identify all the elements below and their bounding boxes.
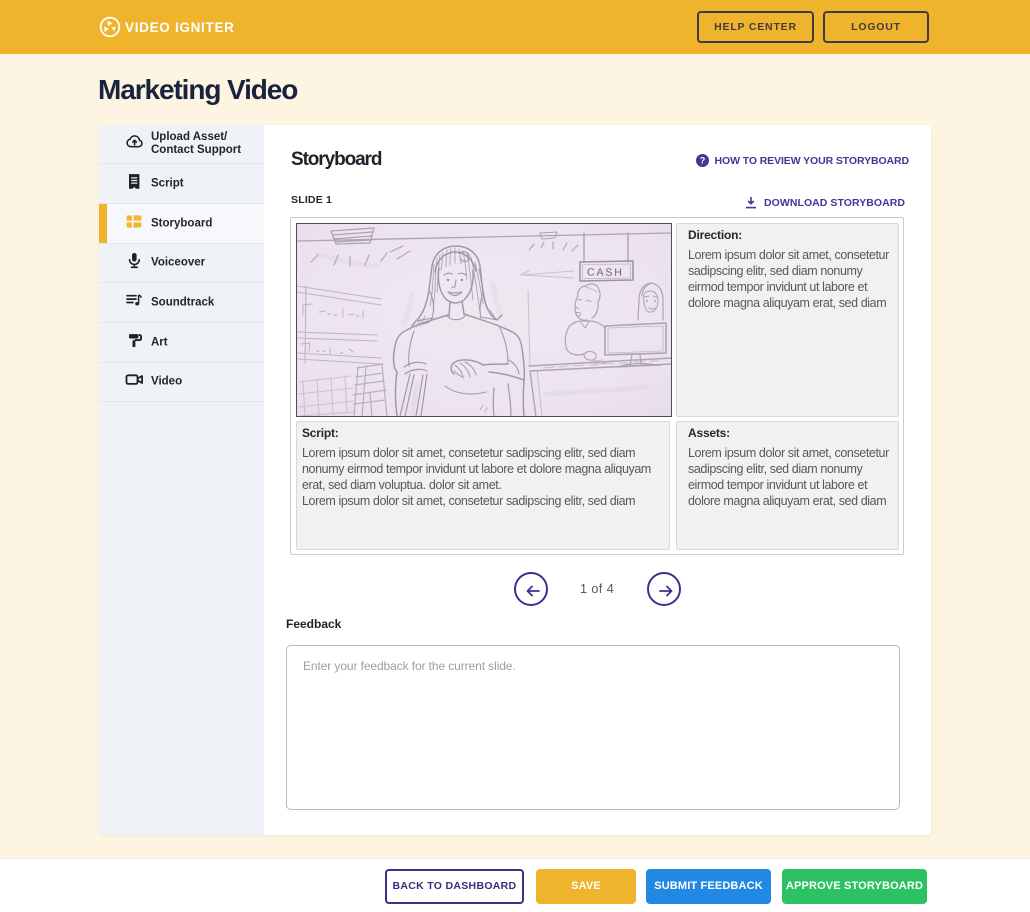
svg-text:CASH: CASH bbox=[587, 267, 624, 279]
svg-text:?: ? bbox=[699, 156, 704, 166]
